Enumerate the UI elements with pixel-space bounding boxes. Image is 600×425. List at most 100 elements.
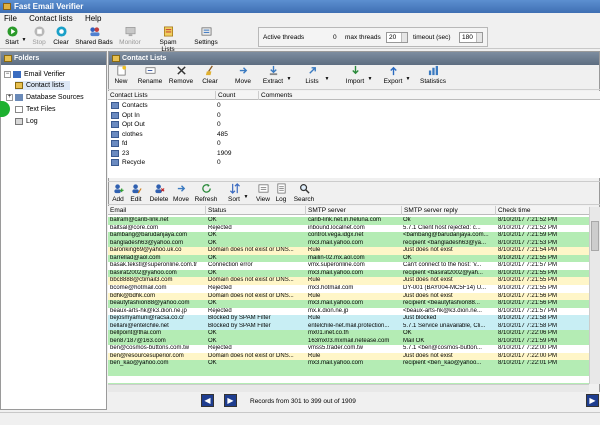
tree-item-log[interactable]: Log bbox=[15, 117, 38, 126]
smtp-server-cell: mx3.mail.yahoo.com bbox=[308, 239, 364, 246]
column-header-email[interactable]: Email bbox=[108, 206, 206, 215]
email-row[interactable]: baltsal@core.com Rejected inbound.localnet… bbox=[108, 224, 589, 233]
email-row[interactable] bbox=[108, 375, 589, 384]
tree-item-contact-lists[interactable]: Contact lists bbox=[15, 81, 71, 90]
email-row[interactable]: barrellad@aol.com OK mailin-02.mx.aol.com O… bbox=[108, 254, 589, 263]
column-header-comments[interactable]: Comments bbox=[259, 91, 599, 100]
contact-list-row[interactable]: fd 0 bbox=[108, 139, 600, 148]
expand-icon[interactable]: + bbox=[6, 93, 13, 101]
contact-list-row[interactable]: clothes 485 bbox=[108, 130, 600, 139]
contact-list-row[interactable]: Opt In 0 bbox=[108, 111, 600, 120]
menu-contact-lists[interactable]: Contact lists bbox=[29, 14, 73, 23]
email-cell: ben@resourcesuperior.com bbox=[110, 352, 184, 359]
column-header-check-time[interactable]: Check time bbox=[496, 206, 589, 215]
max-threads-spinner[interactable]: 20 bbox=[386, 32, 408, 43]
horizontal-scrollbar[interactable] bbox=[108, 384, 589, 392]
rename-list-button[interactable]: Rename bbox=[136, 65, 164, 87]
email-row[interactable]: bcome@hotmail.com Rejected mx3.hotmail.com… bbox=[108, 284, 589, 293]
email-row[interactable]: bbc8888@ctimail3.com Domain does not exis… bbox=[108, 277, 589, 285]
smtp-server-cell: mailin-02.mx.aol.com bbox=[308, 254, 365, 261]
contact-list-icon bbox=[111, 111, 119, 119]
email-row[interactable]: ben@cosmos-buttons.com.tw Rejected vmss5.t… bbox=[108, 345, 589, 353]
status-cell: OK bbox=[208, 337, 217, 344]
email-row[interactable]: bejosmyamuni@racsa.co.cr Blocked by SPAM … bbox=[108, 315, 589, 323]
email-row[interactable]: ben@resourcesuperior.com Domain does not … bbox=[108, 352, 589, 361]
clear-button[interactable]: Clear bbox=[50, 26, 72, 48]
new-list-button[interactable]: New bbox=[112, 65, 130, 87]
last-page-button[interactable]: ▶ bbox=[586, 394, 599, 407]
tree-item-text-files[interactable]: Text Files bbox=[15, 105, 56, 114]
next-page-button[interactable]: ▶ bbox=[224, 394, 237, 407]
email-cell: bambang@barudanjaya.com bbox=[110, 232, 188, 239]
folder-icon bbox=[112, 55, 120, 62]
contact-list-row[interactable]: Opt Out 0 bbox=[108, 120, 600, 129]
export-icon bbox=[389, 66, 397, 76]
statistics-button[interactable]: Statistics bbox=[418, 65, 448, 87]
column-header-contact-lists[interactable]: Contact Lists bbox=[108, 91, 216, 100]
email-row[interactable]: ben87187@163.com OK 163mx03.mxmail.netease… bbox=[108, 337, 589, 346]
smtp-reply-cell: Can't connect to the host: 'v... bbox=[403, 262, 482, 269]
contact-list-row[interactable]: Contacts 0 bbox=[108, 101, 600, 110]
contact-list-row[interactable]: 23 1909 bbox=[108, 149, 600, 158]
check-time-cell: 8/10/2017 7:21:57 PM bbox=[498, 307, 558, 314]
previous-page-button[interactable]: ◀ bbox=[201, 394, 214, 407]
column-header-smtp-reply[interactable]: SMTP server reply bbox=[402, 206, 496, 215]
remove-list-button[interactable]: Remove bbox=[168, 65, 194, 87]
stop-button[interactable]: Stop bbox=[29, 26, 49, 48]
email-row[interactable]: bambang@barudanjaya.com OK control.vega.id… bbox=[108, 232, 589, 240]
export-button[interactable]: Export bbox=[382, 65, 404, 87]
menu-help[interactable]: Help bbox=[85, 14, 101, 23]
search-button[interactable]: Search bbox=[292, 183, 316, 205]
tree-item-database-sources[interactable]: + Database Sources bbox=[6, 93, 84, 102]
email-row[interactable] bbox=[108, 368, 589, 376]
contact-list-row[interactable]: Recycle 0 bbox=[108, 158, 600, 167]
smtp-reply-cell: <bambang@barudanjaya.com... bbox=[403, 232, 489, 239]
email-row[interactable]: basirat2002@yahoo.com OK mx3.mail.yahoo.co… bbox=[108, 269, 589, 278]
import-button[interactable]: Import bbox=[344, 65, 366, 87]
sort-button[interactable]: Sort bbox=[226, 183, 242, 205]
email-row[interactable]: beaux-arts-hk@k3.dion.ne.jp Rejected mx.k.… bbox=[108, 307, 589, 316]
menu-file[interactable]: File bbox=[4, 14, 17, 23]
delete-email-button[interactable]: Delete bbox=[148, 183, 170, 205]
email-row[interactable]: bellani@entelchile.net Blocked by SPAM Fi… bbox=[108, 322, 589, 331]
move-list-button[interactable]: Move bbox=[233, 65, 253, 87]
edit-email-button[interactable]: Edit bbox=[128, 183, 144, 205]
tree-item-email-verifier[interactable]: − Email Verifier bbox=[4, 70, 65, 79]
extract-button[interactable]: Extract bbox=[260, 65, 286, 87]
add-email-button[interactable]: Add bbox=[110, 183, 126, 205]
log-button[interactable]: Log bbox=[273, 183, 289, 205]
check-time-cell: 8/10/2017 7:22:06 PM bbox=[498, 330, 558, 337]
email-row[interactable]: basak.tekstl@superonline.com.tr Connectio… bbox=[108, 262, 589, 270]
vertical-scrollbar[interactable] bbox=[589, 207, 600, 384]
refresh-button[interactable]: Refresh bbox=[194, 183, 218, 205]
app-icon bbox=[3, 3, 11, 10]
scrollbar-thumb[interactable] bbox=[591, 221, 599, 251]
email-row[interactable]: balram@carib-link.net OK carib-link.net.in… bbox=[108, 217, 589, 225]
clear-list-button[interactable]: Clear bbox=[200, 65, 220, 87]
email-row[interactable]: ben_kao@yahoo.com OK mx3.mail.yahoo.com rec… bbox=[108, 360, 589, 368]
move-email-button[interactable]: Move bbox=[172, 183, 190, 205]
max-threads-value: 20 bbox=[389, 34, 397, 41]
view-button[interactable]: View bbox=[255, 183, 271, 205]
spinner-arrows-icon[interactable] bbox=[401, 33, 407, 42]
spinner-arrows-icon[interactable] bbox=[476, 33, 482, 42]
spam-lists-button[interactable]: Spam Lists bbox=[152, 26, 184, 53]
check-time-cell: 8/10/2017 7:21:53 PM bbox=[498, 239, 558, 246]
status-cell: Rejected bbox=[208, 307, 232, 314]
email-row[interactable]: bellpoint@thai.com OK mx01.inet.co.th OK 8/1… bbox=[108, 330, 589, 338]
monitor-button[interactable]: Monitor bbox=[117, 26, 143, 48]
email-row[interactable]: baronking69@yahoo.uk.co Domain does not e… bbox=[108, 247, 589, 255]
timeout-spinner[interactable]: 180 bbox=[459, 32, 483, 43]
column-header-count[interactable]: Count bbox=[216, 91, 259, 100]
email-row[interactable]: bangladesh63@yahoo.com OK mx3.mail.yahoo.c… bbox=[108, 239, 589, 248]
smtp-reply-cell: Just does not exist bbox=[403, 247, 453, 254]
column-header-smtp-server[interactable]: SMTP server bbox=[306, 206, 402, 215]
lists-button[interactable]: Lists bbox=[302, 65, 322, 87]
column-header-status[interactable]: Status bbox=[206, 206, 306, 215]
collapse-icon[interactable]: − bbox=[4, 70, 11, 78]
settings-button[interactable]: Settings bbox=[193, 26, 219, 48]
email-row[interactable]: beautyfashion88@yahoo.com OK mx3.mail.yaho… bbox=[108, 300, 589, 308]
shared-bads-button[interactable]: Shared Bads bbox=[75, 26, 113, 48]
start-button[interactable]: Start bbox=[2, 26, 22, 48]
email-row[interactable]: bdhk@bdhk.com Domain does not exist or DN… bbox=[108, 292, 589, 300]
